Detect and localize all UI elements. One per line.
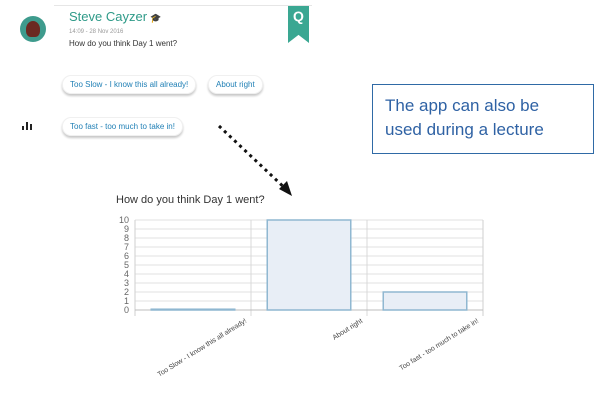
- dotted-arrow: [217, 124, 292, 196]
- y-tick-label: 1: [124, 296, 129, 306]
- y-tick-label: 10: [119, 215, 129, 225]
- bar-2[interactable]: [382, 291, 468, 311]
- x-category-label: Too fast - too much to take in!: [398, 318, 480, 373]
- x-category-label: Too Slow - I know this all already!: [157, 318, 249, 379]
- x-category-label: About right: [332, 318, 364, 342]
- bar-0[interactable]: [150, 308, 236, 311]
- y-tick-label: 7: [124, 242, 129, 252]
- y-tick-label: 8: [124, 233, 129, 243]
- results-bar-chart: 012345678910 Too Slow - I know this all …: [119, 124, 484, 379]
- y-tick-label: 9: [124, 224, 129, 234]
- y-tick-label: 0: [124, 305, 129, 315]
- y-tick-label: 2: [124, 287, 129, 297]
- bar-1[interactable]: [266, 219, 352, 311]
- y-tick-label: 6: [124, 251, 129, 261]
- y-tick-label: 4: [124, 269, 129, 279]
- y-tick-label: 3: [124, 278, 129, 288]
- y-tick-label: 5: [124, 260, 129, 270]
